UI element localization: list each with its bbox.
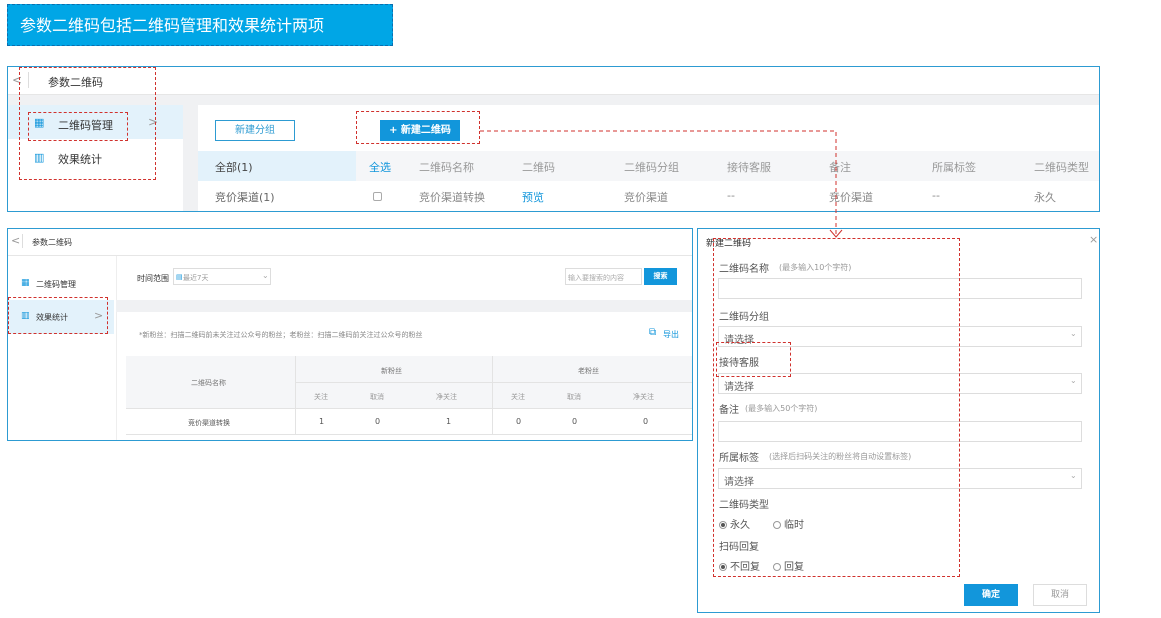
column-header: 二维码 [522,161,555,174]
column-header: 二维码分组 [624,161,679,174]
table-cell: 竞价渠道转换 [419,191,485,204]
select-all-link[interactable]: 全选 [369,159,391,175]
confirm-button[interactable]: 确定 [964,584,1018,606]
annotation-box [8,297,108,334]
panel-header [8,67,1099,95]
page-title: 参数二维码 [32,238,72,247]
table-cell: 竞价渠道 [624,191,668,204]
calendar-icon: ▤ [176,273,183,281]
divider [116,256,117,440]
time-range-label: 时间范围 [137,274,169,283]
table-cell: 0 [375,417,381,426]
gray-strip [8,95,1099,105]
close-icon[interactable]: × [1089,233,1098,246]
table-cell: 1 [319,417,325,426]
column-header: 所属标签 [932,161,976,174]
annotation-box [356,111,480,144]
search-button[interactable]: 搜索 [644,268,677,285]
column-header: 接待客服 [727,161,771,174]
cancel-button[interactable]: 取消 [1033,584,1087,606]
back-icon[interactable]: < [11,234,20,247]
column-header: 取消 [370,393,384,401]
table-cell: 竞价渠道转换 [188,419,230,427]
new-qrcode-dialog: 新建二维码 × 二维码名称 (最多输入10个字符) 二维码分组 请选择 ⌄ 接待… [697,228,1100,613]
table-cell: -- [932,189,940,202]
time-range-value: 最近7天 [183,274,209,282]
column-header: 取消 [567,393,581,401]
export-icon[interactable]: ⧉ [649,327,656,338]
gray-strip [116,300,692,312]
new-group-button[interactable]: 新建分组 [215,120,295,141]
column-header: 关注 [511,393,525,401]
table-cell: 0 [572,417,578,426]
grid-icon: ▦ [21,278,30,288]
column-header: 二维码类型 [1034,161,1089,174]
search-placeholder: 输入要搜索的内容 [568,274,624,282]
table-cell: 0 [516,417,522,426]
export-link[interactable]: 导出 [663,329,679,340]
divider [22,234,23,248]
divider [126,408,692,409]
sidebar-item-qrcode-management[interactable]: 二维码管理 [36,279,76,290]
annotation-box [28,112,128,141]
row-checkbox[interactable] [373,192,382,201]
annotation-box [716,342,791,377]
divider [295,382,692,383]
group-item-bidding[interactable]: 竞价渠道(1) [215,189,275,205]
banner-title: 参数二维码包括二维码管理和效果统计两项 [7,4,393,46]
panel-header [8,229,692,256]
annotation-box [713,238,960,577]
group-label: 全部(1) [215,161,253,174]
column-header: 二维码名称 [419,161,474,174]
table-cell: -- [727,189,735,202]
column-header: 净关注 [436,393,457,401]
divider [492,356,493,434]
column-header: 新粉丝 [381,367,402,375]
preview-link[interactable]: 预览 [522,189,544,205]
content-gap [183,105,198,211]
chevron-down-icon: ⌄ [1070,329,1077,338]
divider [126,434,692,435]
column-header: 备注 [829,161,851,174]
divider [295,356,296,434]
qrcode-management-panel: < 参数二维码 ▦ 二维码管理 > ▥ 效果统计 新建分组 + 新建二维码 全部… [7,66,1100,212]
table-cell: 0 [643,417,649,426]
column-header: 净关注 [633,393,654,401]
table-cell: 1 [446,417,452,426]
table-cell: 永久 [1034,191,1056,204]
effect-stats-panel: < 参数二维码 ▦ 二维码管理 ▥ 效果统计 > 时间范围 ▤ 最近7天 ⌄ 输… [7,228,693,441]
chevron-down-icon: ⌄ [1070,471,1077,480]
column-header: 老粉丝 [578,367,599,375]
column-header: 关注 [314,393,328,401]
fans-note: *新粉丝：扫描二维码前未关注过公众号的粉丝；老粉丝：扫描二维码前关注过公众号的粉… [139,331,423,339]
chevron-down-icon: ⌄ [262,271,269,280]
column-header: 二维码名称 [191,379,226,387]
table-cell: 竞价渠道 [829,191,873,204]
chevron-down-icon: ⌄ [1070,376,1077,385]
